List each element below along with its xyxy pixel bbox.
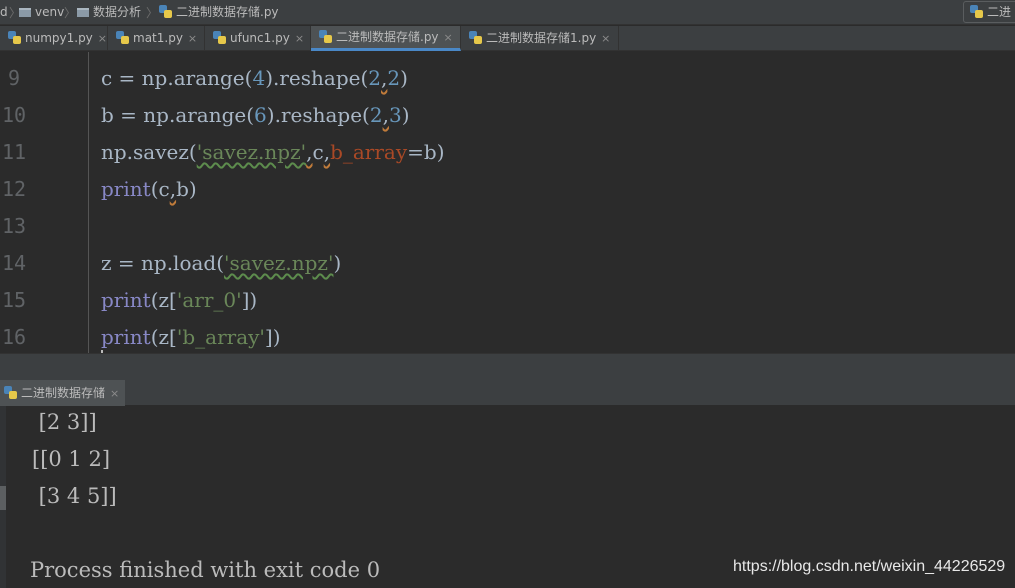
line-number: 14 [2, 251, 27, 275]
line-number: 12 [2, 177, 27, 201]
code-token: ).reshape( [266, 103, 370, 127]
close-icon[interactable]: × [444, 31, 453, 44]
console-output-line: [[0 1 2] [32, 447, 111, 471]
number-literal: 3 [388, 103, 402, 127]
code-line-16: print(z['b_array']) [101, 325, 281, 349]
python-file-icon [8, 31, 21, 44]
tab-ufunc1[interactable]: ufunc1.py × [205, 26, 311, 51]
line-number: 15 [2, 288, 27, 312]
code-token: (z[ [150, 325, 177, 349]
code-token: b = np.arange( [101, 103, 255, 127]
process-finished-message: Process finished with exit code 0 [30, 558, 381, 582]
code-token: =b) [407, 140, 445, 164]
run-configuration-label: 二进 [987, 5, 1012, 19]
watermark: https://blog.csdn.net/weixin_44226529 [733, 558, 1006, 575]
console-output-line: [3 4 5]] [32, 484, 117, 508]
python-file-icon [116, 31, 129, 44]
navigation-bar: d 〉 venv 〉 数据分析 〉 二进制数据存储.py 二进 [0, 0, 1015, 25]
code-token: (z[ [150, 288, 177, 312]
code-token: ]) [241, 288, 258, 312]
python-file-icon [159, 5, 172, 18]
folder-icon [77, 8, 89, 17]
run-tool-window-header: 二进制数据存储 × [0, 380, 1015, 406]
breadcrumb-separator: 〉 [64, 6, 77, 20]
breadcrumb-label: venv [35, 5, 65, 19]
breadcrumb-label: 数据分析 [93, 5, 142, 19]
panel-splitter[interactable] [0, 353, 1015, 380]
line-number: 10 [2, 103, 27, 127]
string-literal: 'arr_0' [176, 288, 242, 312]
string-literal: 'savez.npz' [224, 251, 334, 275]
tab-label: mat1.py [133, 31, 183, 45]
code-editor[interactable]: 9 10 11 12 13 14 15 16 c = np.arange(4).… [0, 52, 1015, 353]
console-output-line: [2 3]] [32, 410, 97, 434]
code-line-11: np.savez('savez.npz',c,b_array=b) [101, 140, 445, 164]
close-icon[interactable]: × [295, 32, 304, 45]
python-file-icon [319, 30, 332, 43]
code-line-14: z = np.load('savez.npz') [101, 251, 341, 275]
run-tab[interactable]: 二进制数据存储 × [0, 380, 126, 406]
code-token: b) [176, 177, 197, 201]
close-icon[interactable]: × [110, 387, 119, 400]
gutter-divider [88, 52, 89, 353]
code-line-9: c = np.arange(4).reshape(2,2) [101, 66, 408, 90]
close-icon[interactable]: × [98, 32, 107, 45]
close-icon[interactable]: × [601, 32, 610, 45]
code-token: c = np.arange( [101, 66, 253, 90]
code-token: ]) [264, 325, 281, 349]
number-literal: 2 [387, 66, 401, 90]
console-scroll-marker[interactable] [0, 486, 6, 510]
breadcrumb-label: 二进制数据存储.py [176, 5, 279, 19]
breadcrumb-separator: 〉 [146, 6, 159, 20]
python-file-icon [4, 386, 17, 399]
tab-binary-storage[interactable]: 二进制数据存储.py × [311, 26, 461, 51]
string-literal: 'savez.npz' [196, 140, 307, 164]
code-line-10: b = np.arange(6).reshape(2,3) [101, 103, 410, 127]
python-file-icon [469, 31, 482, 44]
keyword-argument: b_array [330, 140, 408, 164]
breadcrumb-file[interactable]: 二进制数据存储.py [159, 5, 279, 20]
tab-binary-storage-1[interactable]: 二进制数据存储1.py × [461, 26, 619, 51]
breadcrumb-root[interactable]: d [0, 5, 8, 20]
tab-label: numpy1.py [25, 31, 93, 45]
code-token: z = np.load( [101, 251, 225, 275]
number-literal: 2 [369, 103, 383, 127]
builtin-function: print [101, 325, 151, 349]
code-token: np.savez( [101, 140, 197, 164]
breadcrumb-venv[interactable]: venv [19, 5, 64, 20]
tab-numpy1[interactable]: numpy1.py × [0, 26, 108, 51]
number-literal: 2 [368, 66, 381, 90]
code-token: ) [401, 103, 410, 127]
number-literal: 6 [254, 103, 267, 127]
code-token: ).reshape( [265, 66, 369, 90]
python-file-icon [970, 5, 983, 18]
folder-icon [19, 8, 31, 17]
python-file-icon [213, 31, 226, 44]
tab-mat1[interactable]: mat1.py × [108, 26, 205, 51]
code-token: c [312, 140, 324, 164]
close-icon[interactable]: × [188, 32, 197, 45]
run-configuration-selector[interactable]: 二进 [963, 1, 1015, 23]
code-token: (c [150, 177, 170, 201]
line-number: 9 [8, 66, 21, 90]
editor-tab-bar: numpy1.py × mat1.py × ufunc1.py × 二进制数据存储.p… [0, 26, 1015, 51]
breadcrumb-folder[interactable]: 数据分析 [77, 5, 141, 20]
tab-label: ufunc1.py [230, 31, 290, 45]
line-number: 11 [2, 140, 27, 164]
number-literal: 4 [252, 66, 266, 90]
builtin-function: print [101, 288, 151, 312]
code-line-15: print(z['arr_0']) [101, 288, 257, 312]
builtin-function: print [101, 177, 151, 201]
tab-label: 二进制数据存储.py [336, 30, 439, 44]
code-token: ) [400, 66, 408, 90]
string-literal: 'b_array' [176, 325, 265, 349]
tab-label: 二进制数据存储1.py [486, 31, 597, 45]
line-number: 13 [2, 214, 27, 238]
code-token: ) [333, 251, 342, 275]
run-tab-label: 二进制数据存储 [21, 386, 106, 400]
line-number: 16 [2, 325, 27, 349]
code-line-12: print(c,b) [101, 177, 197, 201]
